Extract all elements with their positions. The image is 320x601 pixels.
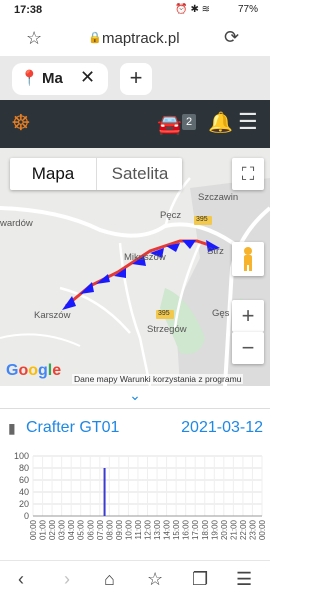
x-tick-label: 09:00: [115, 519, 124, 540]
place-label: Karszów: [34, 310, 71, 321]
url-text[interactable]: maptrack.pl: [102, 30, 180, 47]
home-icon[interactable]: ⌂: [104, 569, 115, 590]
x-tick-label: 23:00: [248, 519, 257, 540]
speed-bar: [103, 468, 106, 516]
road-number: 395: [158, 310, 170, 317]
y-tick-label: 100: [14, 451, 29, 461]
car-icon[interactable]: 🚘: [157, 112, 182, 137]
pegman-icon[interactable]: [232, 242, 264, 276]
y-tick-label: 80: [19, 463, 29, 473]
status-time: 17:38: [14, 4, 43, 16]
place-label: Szczawin: [198, 192, 239, 203]
x-tick-label: 16:00: [182, 519, 191, 540]
close-icon[interactable]: ✕: [80, 67, 95, 88]
forward-icon[interactable]: ›: [64, 569, 70, 590]
google-logo: Google: [6, 362, 62, 379]
x-tick-label: 19:00: [210, 519, 219, 540]
x-tick-label: 11:00: [134, 519, 143, 539]
map-type-satelita-button[interactable]: Satelita: [96, 158, 183, 190]
y-tick-label: 0: [24, 511, 29, 521]
x-tick-label: 17:00: [191, 519, 200, 540]
place-label: Gęs: [212, 308, 230, 319]
new-tab-button[interactable]: +: [120, 63, 152, 95]
map-pin-icon: 📍: [20, 70, 39, 87]
tab-title: Ma: [42, 70, 63, 87]
y-tick-label: 60: [19, 475, 29, 485]
x-tick-label: 04:00: [67, 519, 76, 540]
address-bar: ☆ 🔒 maptrack.pl ⟳: [0, 22, 270, 56]
fullscreen-icon[interactable]: ⛶: [232, 158, 264, 190]
collapse-chevron-icon[interactable]: ⌄: [0, 386, 270, 409]
road-number: 395: [196, 216, 208, 223]
place-label: Strz: [207, 246, 224, 257]
x-tick-label: 14:00: [163, 519, 172, 540]
vehicle-type-icon: ▮: [8, 420, 16, 436]
x-tick-label: 06:00: [86, 519, 95, 540]
vehicle-count-badge: 2: [182, 114, 196, 130]
vehicle-name-link[interactable]: Crafter GT01: [26, 419, 119, 437]
bell-icon[interactable]: 🔔: [208, 110, 233, 135]
x-tick-label: 12:00: [144, 519, 153, 540]
back-icon[interactable]: ‹: [18, 569, 24, 590]
ship-wheel-icon[interactable]: ☸: [11, 110, 31, 136]
x-tick-label: 00:00: [29, 519, 38, 540]
x-tick-label: 03:00: [58, 519, 67, 540]
x-tick-label: 08:00: [105, 519, 114, 540]
place-label: Strzegów: [147, 324, 187, 335]
x-tick-label: 02:00: [48, 519, 57, 540]
x-tick-label: 07:00: [96, 519, 105, 540]
tab-maptrack[interactable]: 📍 Ma ✕: [12, 63, 108, 95]
tabs-icon[interactable]: ❐: [192, 569, 208, 590]
place-label: Mikuszów: [124, 252, 166, 263]
status-bar: 17:38 ⏰ ✱ ≋ 77%: [0, 0, 270, 22]
lock-icon: 🔒: [88, 32, 102, 44]
x-tick-label: 10:00: [124, 519, 133, 540]
map-type-toggle: Mapa Satelita: [10, 158, 182, 190]
browser-bottom-nav: ‹ › ⌂ ☆ ❐ ☰: [0, 560, 270, 601]
place-label: Pęcz: [160, 210, 182, 221]
x-tick-label: 18:00: [201, 519, 210, 540]
chart-svg: 02040608010000:00 01:00 02:00 03:00 04:00 05:…: [14, 451, 267, 540]
browser-menu-icon[interactable]: ☰: [236, 569, 252, 590]
x-tick-label: 01:00: [39, 519, 48, 540]
x-tick-label: 05:00: [77, 519, 86, 540]
map-type-mapa-button[interactable]: Mapa: [10, 158, 96, 190]
battery-level: 77%: [237, 4, 258, 15]
reload-icon[interactable]: ⟳: [224, 27, 239, 48]
alarm-icon: ⏰ ✱ ≋: [175, 4, 210, 15]
zoom-out-button[interactable]: −: [232, 332, 264, 364]
place-label: wardów: [0, 218, 33, 229]
zoom-in-button[interactable]: +: [232, 300, 264, 332]
x-tick-label: 21:00: [229, 519, 238, 540]
star-outline-icon[interactable]: ☆: [26, 28, 42, 49]
x-tick-label: 15:00: [172, 519, 181, 540]
x-tick-label: 22:00: [239, 519, 248, 540]
vehicle-header: ▮ Crafter GT01 2021-03-12: [0, 414, 270, 444]
report-date[interactable]: 2021-03-12: [181, 419, 263, 437]
x-tick-label: 13:00: [153, 519, 162, 540]
app-header: ☸ 🚘 🔔 ☰: [0, 100, 270, 148]
bookmarks-icon[interactable]: ☆: [147, 569, 163, 590]
y-tick-label: 20: [19, 499, 29, 509]
y-tick-label: 40: [19, 487, 29, 497]
hamburger-menu-icon[interactable]: ☰: [238, 109, 258, 135]
speed-chart: 0 20 40 60 80 100 00:00 01:00 02:00 03:00 04:00 05:…: [0, 448, 270, 558]
x-tick-label: 00:00: [258, 519, 267, 540]
x-tick-label: 20:00: [220, 519, 229, 540]
map-attribution[interactable]: Dane mapy Warunki korzystania z programu: [72, 374, 244, 384]
